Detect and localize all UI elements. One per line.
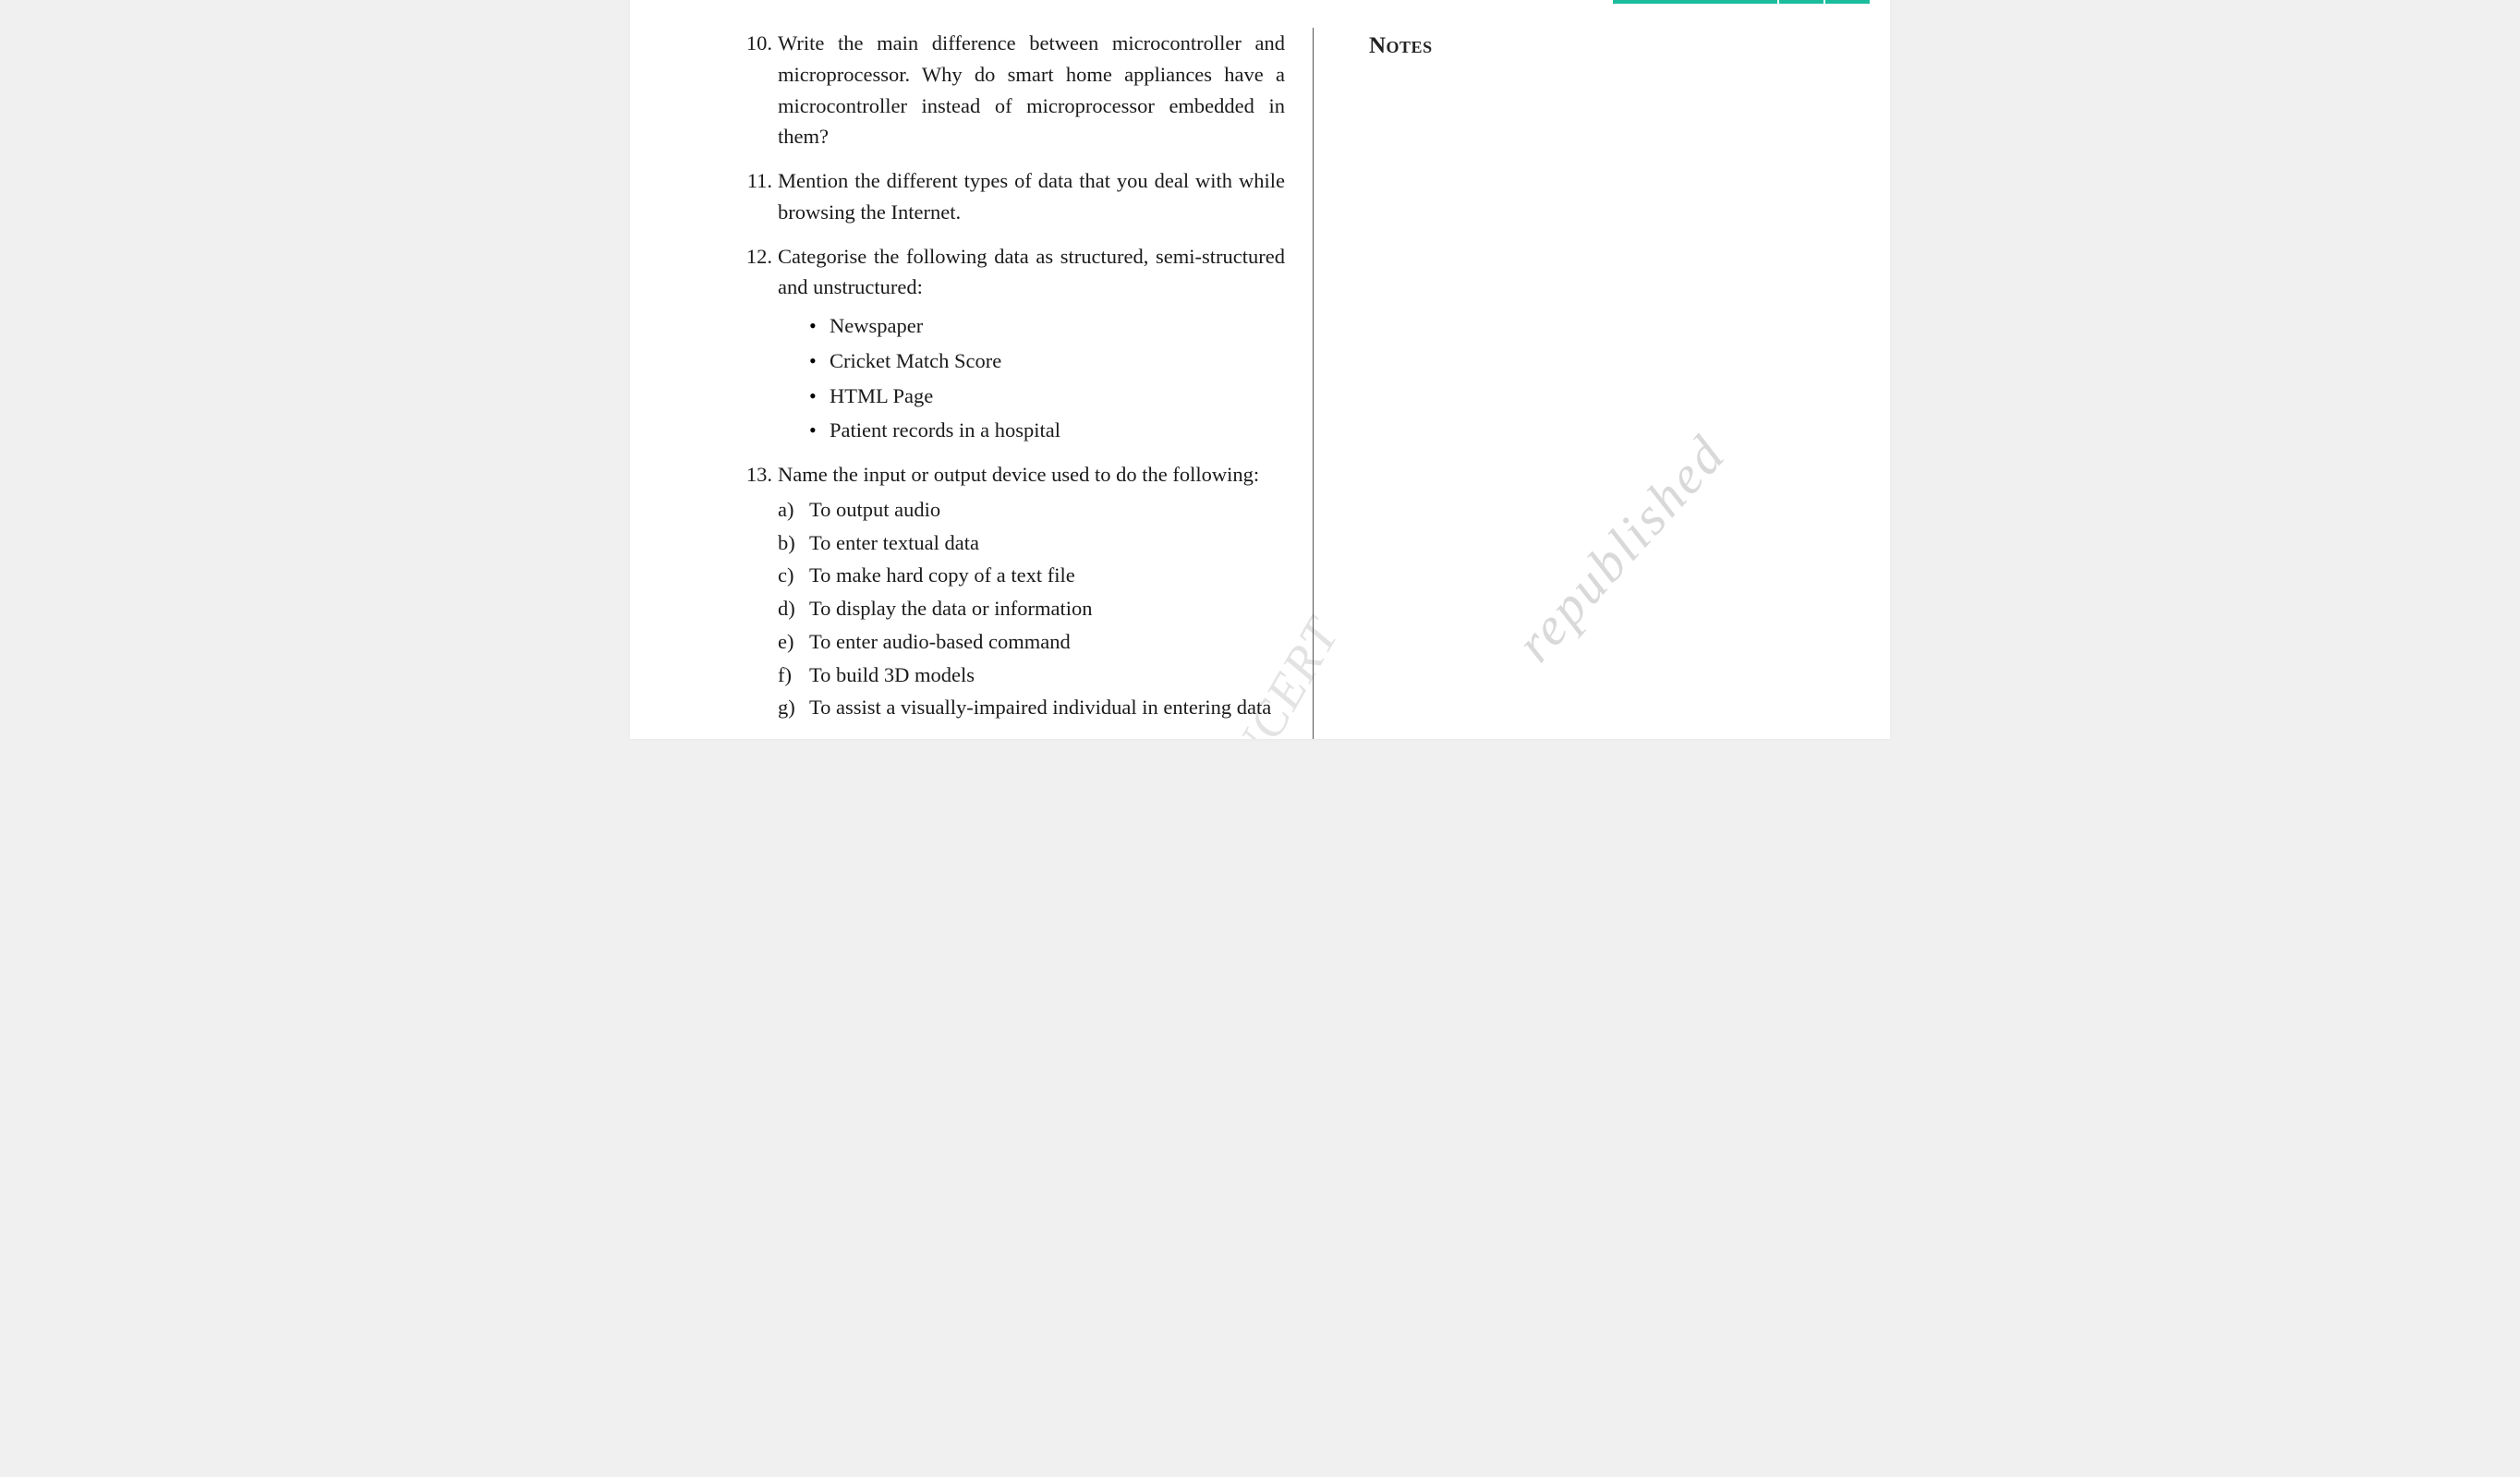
option-marker: g) — [778, 692, 795, 723]
list-item: f) To build 3D models — [778, 660, 1285, 691]
notes-heading: Notes — [1369, 33, 1853, 59]
question-13-options: a) To output audio b) To enter textual dat… — [778, 494, 1285, 723]
content-columns: 10. Write the main difference between mi… — [630, 0, 1890, 739]
question-11: 11. Mention the different types of data … — [778, 165, 1285, 228]
list-item: a) To output audio — [778, 494, 1285, 526]
list-item: Patient records in a hospital — [809, 415, 1285, 446]
page: Computer System 25 republished NCERT 10.… — [630, 0, 1890, 739]
list-item: Cricket Match Score — [809, 345, 1285, 377]
list-item: d) To display the data or information — [778, 593, 1285, 624]
question-10: 10. Write the main difference between mi… — [778, 28, 1285, 152]
option-marker: f) — [778, 660, 792, 691]
question-13: 13. Name the input or output device used… — [778, 459, 1285, 723]
question-number: 13. — [732, 459, 772, 490]
option-text: To output audio — [809, 498, 940, 521]
list-item: e) To enter audio-based command — [778, 626, 1285, 658]
question-text: Categorise the following data as structu… — [778, 241, 1285, 304]
option-text: To make hard copy of a text file — [809, 563, 1075, 587]
question-text: Mention the different types of data that… — [778, 165, 1285, 228]
question-text: Name the input or output device used to … — [778, 459, 1285, 490]
option-marker: b) — [778, 527, 795, 559]
question-number: 14. — [732, 736, 772, 739]
question-text: Write the main difference between microc… — [778, 28, 1285, 152]
question-text: Identify the category (system, applicati… — [778, 736, 1285, 739]
list-item: g) To assist a visually-impaired individu… — [778, 692, 1285, 723]
option-text: To enter textual data — [809, 531, 979, 554]
list-item: b) To enter textual data — [778, 527, 1285, 559]
list-item: Newspaper — [809, 310, 1285, 342]
option-marker: d) — [778, 593, 795, 624]
questions-column: 10. Write the main difference between mi… — [667, 28, 1314, 739]
question-12-bullets: Newspaper Cricket Match Score HTML Page … — [809, 310, 1285, 446]
list-item: HTML Page — [809, 381, 1285, 412]
question-12: 12. Categorise the following data as str… — [778, 241, 1285, 447]
option-marker: a) — [778, 494, 794, 526]
question-number: 11. — [732, 165, 772, 197]
option-marker: c) — [778, 560, 794, 591]
option-text: To display the data or information — [809, 597, 1092, 620]
question-14: 14. Identify the category (system, appli… — [778, 736, 1285, 739]
header-bar: Computer System 25 — [1613, 0, 1872, 6]
header-chapter: Computer System — [1613, 0, 1779, 6]
question-number: 12. — [732, 241, 772, 272]
option-text: To build 3D models — [809, 663, 975, 686]
header-blank — [1825, 0, 1872, 6]
header-page-number: 25 — [1779, 0, 1825, 6]
option-text: To assist a visually-impaired individual… — [809, 696, 1271, 719]
notes-column: Notes — [1314, 28, 1853, 739]
option-text: To enter audio-based command — [809, 630, 1071, 653]
question-number: 10. — [732, 28, 772, 59]
option-marker: e) — [778, 626, 794, 658]
list-item: c) To make hard copy of a text file — [778, 560, 1285, 591]
